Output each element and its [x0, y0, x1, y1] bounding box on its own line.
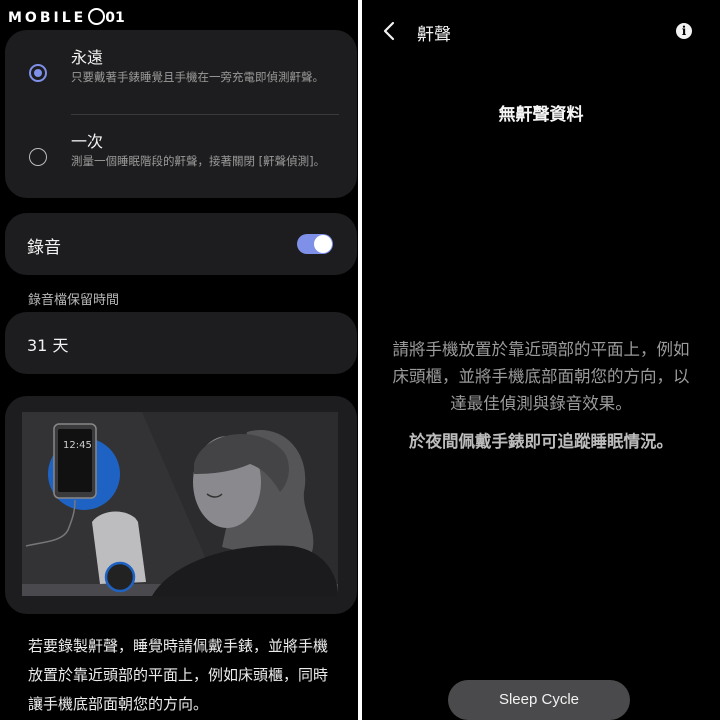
instructions-text: 若要錄製鼾聲，睡覺時請佩戴手錶，並將手機放置於靠近頭部的平面上，例如床頭櫃，同時… — [28, 637, 329, 713]
detection-options-card: 永遠 只要戴著手錶睡覺且手機在一旁充電即偵測鼾聲。 一次 測量一個睡眠階段的鼾聲… — [5, 30, 357, 198]
radio-always[interactable] — [29, 64, 47, 82]
logo-ring-icon — [88, 8, 106, 25]
retention-row[interactable]: 31 天 — [5, 312, 357, 374]
recording-toggle[interactable] — [297, 234, 333, 254]
placement-hint: 請將手機放置於靠近頭部的平面上，例如床頭櫃，並將手機底部面朝您的方向，以達最佳偵… — [392, 340, 690, 413]
no-data-heading: 無鼾聲資料 — [498, 105, 584, 125]
sleep-cycle-button[interactable]: Sleep Cycle — [448, 680, 630, 720]
watermark-suffix: 01 — [105, 10, 125, 26]
retention-value: 31 天 — [27, 336, 69, 355]
option-once-title: 一次 — [71, 132, 104, 151]
phone-time: 12:45 — [63, 440, 92, 451]
left-screen: MOBILE 01 永遠 只要戴著手錶睡覺且手機在一旁充電即偵測鼾聲。 一次 測量… — [0, 0, 358, 720]
radio-once[interactable] — [29, 148, 47, 166]
retention-section-label: 錄音檔保留時間 — [28, 293, 120, 308]
watermark-logo: MOBILE 01 — [8, 8, 125, 26]
toggle-knob — [314, 235, 332, 253]
option-always-desc: 只要戴著手錶睡覺且手機在一旁充電即偵測鼾聲。 — [71, 70, 324, 84]
options-divider — [71, 114, 339, 115]
watch-hint: 於夜間佩戴手錶即可追蹤睡眠情況。 — [409, 432, 673, 451]
chevron-left-icon[interactable] — [382, 20, 396, 42]
option-once-desc: 測量一個睡眠階段的鼾聲，接著關閉 [鼾聲偵測]。 — [71, 154, 326, 168]
option-always-title: 永遠 — [71, 48, 104, 67]
page-title: 鼾聲 — [417, 25, 451, 45]
recording-row[interactable]: 錄音 — [5, 213, 357, 275]
right-screen: 鼾聲 i 無鼾聲資料 請將手機放置於靠近頭部的平面上，例如床頭櫃，並將手機底部面… — [362, 0, 720, 720]
watermark-brand: MOBILE — [8, 10, 87, 26]
recording-label: 錄音 — [27, 238, 61, 258]
info-icon[interactable]: i — [676, 23, 692, 39]
